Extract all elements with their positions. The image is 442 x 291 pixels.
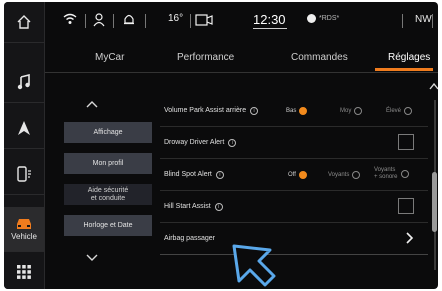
tab-bar: MyCar Performance Commandes Réglages: [45, 46, 438, 73]
menu-scroll-down-icon[interactable]: [86, 254, 98, 262]
radio-icon: [354, 107, 363, 115]
option-eleve[interactable]: Élevé: [386, 107, 413, 115]
menu-scroll-up-icon[interactable]: [86, 100, 98, 108]
compass-direction: NW: [415, 14, 432, 25]
music-note-icon: [17, 74, 30, 90]
left-rail: Vehicle: [4, 2, 45, 289]
phone-icon: [17, 166, 31, 182]
navigation-button[interactable]: [4, 108, 44, 149]
setting-droway-driver-alert[interactable]: Droway Driver Alert i: [160, 128, 428, 159]
status-separator: [432, 14, 433, 28]
setting-label-text: Blind Spot Alert: [164, 171, 212, 178]
infotainment-screen: Vehicle 16° 12:30 *RDS* NW MyCar Perform…: [4, 2, 438, 289]
car-icon: [17, 219, 31, 229]
rds-label: *RDS*: [319, 15, 340, 22]
option-voyants-sonore[interactable]: Voyants + sonore: [374, 167, 409, 180]
option-voyants[interactable]: Voyants: [328, 171, 361, 179]
info-icon[interactable]: i: [214, 203, 223, 211]
home-button[interactable]: [4, 2, 44, 43]
option-moy[interactable]: Moy: [340, 107, 363, 115]
setting-label: Hill Start Assist i: [164, 203, 223, 211]
radio-selected-icon: [299, 107, 308, 115]
info-icon[interactable]: i: [250, 107, 259, 115]
setting-label-text: Volume Park Assist arrière: [164, 107, 247, 114]
status-separator: [85, 14, 86, 28]
home-icon: [17, 15, 31, 29]
menu-item-aide-securite[interactable]: Aide sécurité et conduite: [64, 184, 152, 205]
status-separator: [145, 14, 146, 28]
setting-label: Droway Driver Alert i: [164, 139, 237, 147]
pointer-arrow-icon: [232, 244, 276, 287]
setting-airbag-passager[interactable]: Airbag passager: [160, 224, 428, 255]
tab-mycar[interactable]: MyCar: [95, 52, 124, 63]
setting-volume-park-assist: Volume Park Assist arrière i Bas Moy Élev…: [160, 96, 428, 127]
user-profile-icon: [93, 13, 105, 27]
camera-icon: [195, 14, 213, 26]
radio-selected-icon: [298, 171, 307, 179]
setting-blind-spot-alert: Blind Spot Alert i Off Voyants Voyants + …: [160, 160, 428, 191]
temperature-display: 16°: [168, 13, 184, 24]
tab-performance[interactable]: Performance: [177, 52, 234, 63]
setting-hill-start-assist[interactable]: Hill Start Assist i: [160, 192, 428, 223]
setting-label: Volume Park Assist arrière i: [164, 107, 259, 115]
option-label: Voyants: [328, 172, 350, 178]
chevron-right-icon: [406, 232, 414, 244]
option-label: Off: [288, 172, 296, 178]
grid-icon: [17, 265, 31, 279]
setting-label-text: Hill Start Assist: [164, 203, 211, 210]
status-separator: [190, 14, 191, 28]
wifi-icon: [63, 13, 77, 24]
radio-icon: [352, 171, 361, 179]
radio-station: *RDS*: [307, 14, 339, 23]
tab-commandes[interactable]: Commandes: [291, 52, 348, 63]
option-label: Élevé: [386, 108, 402, 114]
option-bas[interactable]: Bas: [286, 107, 308, 115]
time-underline: [253, 28, 287, 29]
status-separator: [113, 14, 114, 28]
active-tab-indicator: [375, 68, 433, 71]
setting-label: Airbag passager: [164, 235, 215, 242]
menu-item-mon-profil[interactable]: Mon profil: [64, 153, 152, 174]
list-scroll-up-icon[interactable]: [429, 82, 438, 90]
checkbox[interactable]: [398, 134, 414, 150]
option-label: Voyants + sonore: [374, 167, 398, 180]
menu-item-horloge-date[interactable]: Horloge et Date: [64, 215, 152, 236]
media-button[interactable]: [4, 62, 44, 103]
clock: 12:30: [253, 12, 286, 27]
option-label: Moy: [340, 108, 352, 114]
option-off[interactable]: Off: [288, 171, 307, 179]
menu-item-affichage[interactable]: Affichage: [64, 122, 152, 143]
radio-icon: [404, 107, 413, 115]
checkbox[interactable]: [398, 198, 414, 214]
microphone-icon: [437, 13, 438, 27]
vehicle-label: Vehicle: [11, 232, 37, 241]
status-separator: [402, 14, 403, 28]
setting-label: Blind Spot Alert i: [164, 171, 224, 179]
navigation-arrow-icon: [18, 121, 30, 135]
notification-bell-icon: [124, 14, 134, 25]
setting-label-text: Droway Driver Alert: [164, 139, 225, 146]
tab-reglages[interactable]: Réglages: [388, 52, 430, 63]
option-label: Bas: [286, 108, 297, 114]
vehicle-button[interactable]: Vehicle: [4, 207, 44, 252]
apps-button[interactable]: [4, 252, 44, 289]
scroll-thumb[interactable]: [432, 172, 437, 232]
status-bar: 16° 12:30 *RDS* NW: [45, 2, 438, 40]
phone-button[interactable]: [4, 154, 44, 195]
radio-icon: [400, 169, 409, 178]
radio-icon: [307, 14, 316, 23]
info-icon[interactable]: i: [215, 171, 224, 179]
info-icon[interactable]: i: [228, 139, 237, 147]
